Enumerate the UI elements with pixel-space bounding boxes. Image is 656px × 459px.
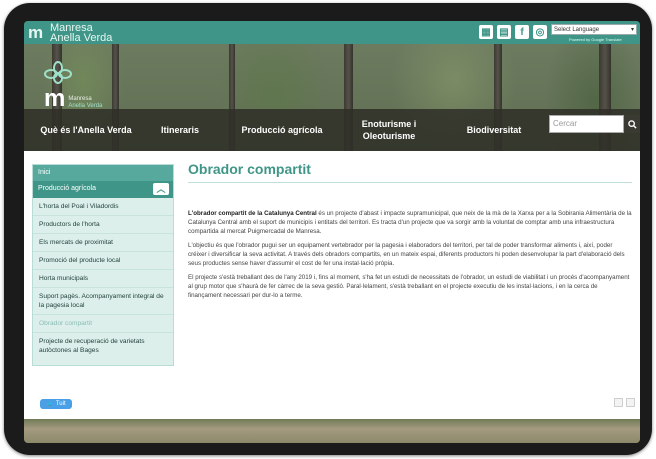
email-icon[interactable] (626, 398, 635, 407)
tweet-button[interactable]: 🐦 Tuit (40, 399, 72, 409)
main-nav: Què és l'Anella Verda Itineraris Producc… (24, 109, 640, 151)
sidebar-item-promocio[interactable]: Promoció del producte local (33, 252, 173, 270)
nav-item-itineraris[interactable]: Itineraris (150, 124, 210, 136)
sidebar-section-header[interactable]: Producció agrícola ︿ (33, 181, 173, 198)
content-panel: Inici Producció agrícola ︿ L'horta del P… (24, 151, 640, 419)
sidebar-item-horta-poal[interactable]: L'horta del Poal i Viladordis (33, 198, 173, 216)
sidebar-item-mercats[interactable]: Els mercats de proximitat (33, 234, 173, 252)
sidebar-item-varietats[interactable]: Projecte de recuperació de varietats aut… (33, 333, 173, 359)
sidebar-item-productors[interactable]: Productors de l'horta (33, 216, 173, 234)
language-select[interactable]: Select Language ▾ (551, 24, 637, 35)
search-icon[interactable] (624, 115, 640, 133)
print-icon[interactable] (614, 398, 623, 407)
search-input[interactable]: Cercar (549, 115, 624, 133)
translate-credit: Powered by Google Translate (569, 37, 622, 42)
top-bar: m Manresa Anella Verda ▦ ▤ f ◎ Select La… (24, 21, 640, 44)
calendar-icon[interactable]: ▤ (497, 25, 511, 39)
brand-m-icon: m (28, 23, 44, 42)
forest-path-image (24, 419, 640, 443)
nav-item-que-es[interactable]: Què és l'Anella Verda (30, 124, 142, 136)
sidebar-item-suport-pages[interactable]: Suport pagès. Acompanyament integral de … (33, 288, 173, 315)
brand-mini[interactable]: m Manresa Anella Verda (28, 22, 113, 44)
nav-item-biodiversitat[interactable]: Biodiversitat (449, 124, 539, 136)
logo-text-line1: Manresa (68, 96, 92, 102)
sidebar: Inici Producció agrícola ︿ L'horta del P… (32, 164, 174, 366)
calculator-icon[interactable]: ▦ (479, 25, 493, 39)
tweet-label: Tuit (55, 401, 66, 407)
sidebar-list: L'horta del Poal i Viladordis Productors… (33, 198, 173, 365)
article: Obrador compartit L'obrador compartit de… (188, 161, 632, 305)
facebook-icon[interactable]: f (515, 25, 529, 39)
social-icons: ▦ ▤ f ◎ (479, 25, 547, 39)
chevron-up-icon[interactable]: ︿ (153, 183, 169, 195)
nav-item-enoturisme[interactable]: Enoturisme i Oleoturisme (349, 118, 429, 142)
article-paragraph-3: El projecte s'està treballant des de l'a… (188, 274, 630, 299)
sidebar-item-horta-municipals[interactable]: Horta municipals (33, 270, 173, 288)
twitter-bird-icon: 🐦 (46, 401, 54, 408)
sidebar-home-link[interactable]: Inici (33, 165, 173, 181)
page-title: Obrador compartit (188, 161, 311, 177)
chevron-down-icon: ▾ (630, 27, 634, 33)
article-paragraph-1: L'obrador compartit de la Catalunya Cent… (188, 209, 632, 236)
site-logo[interactable]: m Manresa Anella Verda (44, 61, 102, 112)
flower-logo-icon (44, 61, 72, 84)
device-frame: m Manresa Anella Verda ▦ ▤ f ◎ Select La… (4, 3, 652, 455)
article-paragraph-2: L'objectiu és que l'obrador pugui ser un… (188, 242, 625, 267)
language-select-value: Select Language (554, 26, 600, 33)
logo-m-glyph: m (44, 85, 66, 112)
search-box: Cercar (549, 115, 640, 133)
page-tools (614, 398, 635, 407)
title-divider (188, 182, 632, 183)
browser-viewport: m Manresa Anella Verda ▦ ▤ f ◎ Select La… (24, 21, 640, 443)
nav-item-produccio[interactable]: Producció agrícola (232, 124, 332, 136)
brand-line2: Anella Verda (50, 31, 113, 44)
paragraph-lead: L'obrador compartit de la Catalunya Cent… (188, 210, 317, 217)
sidebar-section-label: Producció agrícola (38, 185, 96, 192)
sidebar-item-obrador[interactable]: Obrador compartit (33, 315, 173, 333)
instagram-icon[interactable]: ◎ (533, 25, 547, 39)
